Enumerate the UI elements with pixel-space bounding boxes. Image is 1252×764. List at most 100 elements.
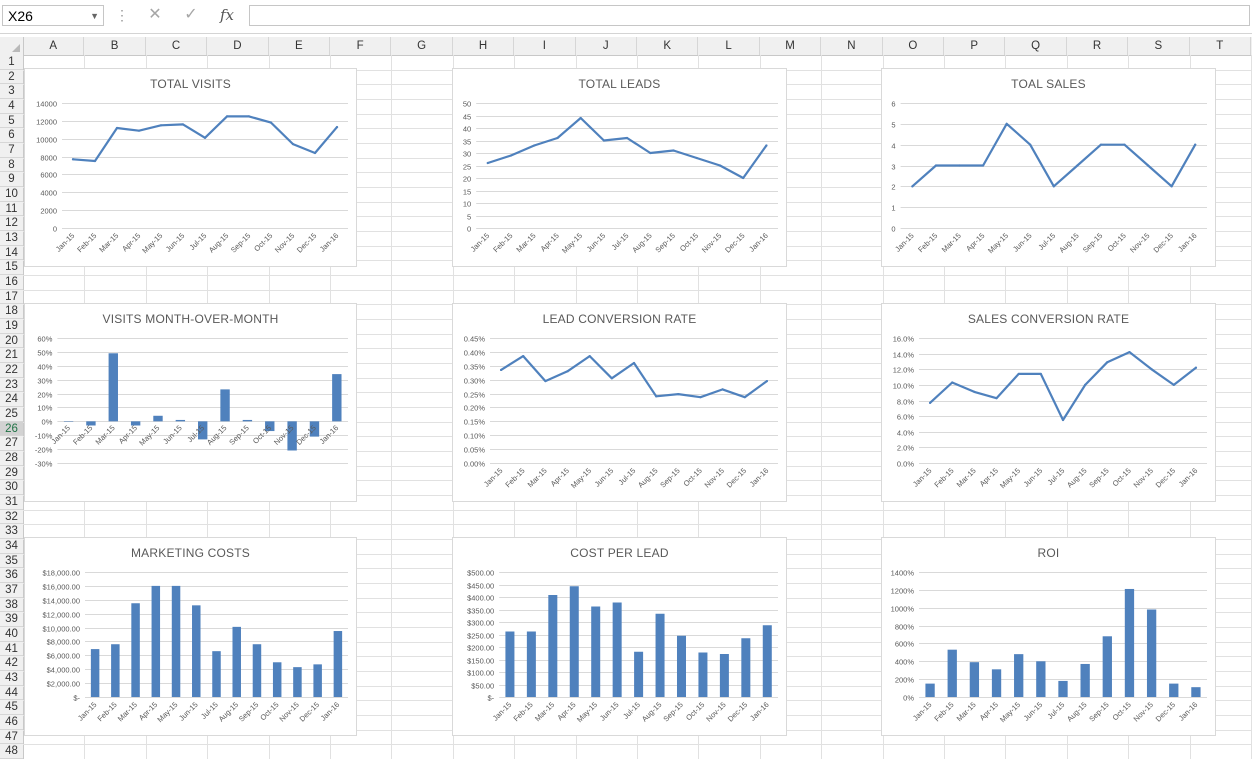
column-header-a[interactable]: A: [23, 37, 85, 55]
row-header-20[interactable]: 20: [0, 334, 23, 349]
row-header-16[interactable]: 16: [0, 275, 23, 290]
bar[interactable]: [1146, 609, 1157, 698]
data-point[interactable]: [1150, 368, 1153, 371]
data-point[interactable]: [742, 176, 745, 180]
row-header-28[interactable]: 28: [0, 451, 23, 466]
column-header-t[interactable]: T: [1190, 37, 1251, 55]
row-header-1[interactable]: 1: [0, 55, 23, 70]
data-point[interactable]: [1194, 143, 1197, 146]
bar[interactable]: [175, 419, 186, 422]
column-header-s[interactable]: S: [1128, 37, 1190, 55]
more-options-icon[interactable]: ⋮: [115, 7, 129, 24]
data-point[interactable]: [699, 396, 702, 399]
row-header-40[interactable]: 40: [0, 627, 23, 642]
column-header-o[interactable]: O: [883, 37, 944, 55]
data-point[interactable]: [291, 142, 295, 146]
row-header-25[interactable]: 25: [0, 407, 23, 422]
row-header-9[interactable]: 9: [0, 172, 23, 188]
column-header-p[interactable]: P: [944, 37, 1006, 55]
chevron-down-icon[interactable]: ▼: [90, 6, 99, 27]
data-point[interactable]: [1099, 143, 1103, 146]
row-header-23[interactable]: 23: [0, 378, 23, 393]
bar[interactable]: [634, 651, 644, 697]
series-line[interactable]: [486, 116, 768, 180]
bar[interactable]: [1058, 680, 1068, 697]
data-point[interactable]: [649, 151, 652, 155]
column-header-f[interactable]: F: [330, 37, 392, 55]
chart-sales-conversion-rate[interactable]: SALES CONVERSION RATE 0.0% 2.0% 4.0% 6.0% 8.0…: [881, 303, 1216, 502]
bar[interactable]: [272, 662, 282, 697]
column-header-l[interactable]: L: [698, 37, 760, 55]
bar[interactable]: [252, 644, 262, 697]
column-header-d[interactable]: D: [207, 37, 269, 55]
bar[interactable]: [719, 654, 729, 697]
chart-marketing-costs[interactable]: MARKETING COSTS $- $2,000.00 $4,000.00 $6,00…: [24, 537, 357, 736]
row-header-13[interactable]: 13: [0, 231, 23, 246]
bar[interactable]: [526, 631, 536, 698]
data-point[interactable]: [973, 390, 976, 394]
bar[interactable]: [591, 606, 601, 698]
data-point[interactable]: [995, 397, 998, 400]
row-header-44[interactable]: 44: [0, 686, 23, 701]
column-header-q[interactable]: Q: [1005, 37, 1067, 55]
data-point[interactable]: [928, 401, 932, 404]
row-header-47[interactable]: 47: [0, 730, 23, 745]
data-point[interactable]: [958, 164, 961, 167]
bar[interactable]: [90, 649, 100, 697]
data-point[interactable]: [335, 126, 339, 129]
data-point[interactable]: [1128, 350, 1131, 354]
chart-total-visits[interactable]: TOTAL VISITS 0 2000 4000 6000 8000 10000 12000 1…: [24, 68, 357, 267]
row-header-42[interactable]: 42: [0, 656, 23, 672]
column-header-e[interactable]: E: [269, 37, 330, 55]
data-point[interactable]: [1172, 383, 1175, 386]
bar[interactable]: [1124, 588, 1135, 697]
bar[interactable]: [698, 652, 708, 698]
data-point[interactable]: [181, 123, 185, 126]
row-header-14[interactable]: 14: [0, 246, 23, 261]
bar[interactable]: [548, 595, 558, 697]
data-point[interactable]: [566, 370, 569, 373]
data-point[interactable]: [1005, 122, 1008, 125]
data-point[interactable]: [721, 388, 724, 391]
chart-lead-conversion-rate[interactable]: LEAD CONVERSION RATE 0.00% 0.05% 0.10% 0.15%…: [452, 303, 787, 502]
data-point[interactable]: [626, 136, 629, 140]
data-point[interactable]: [556, 136, 559, 140]
bar[interactable]: [332, 374, 342, 422]
data-point[interactable]: [579, 116, 582, 120]
column-header-g[interactable]: G: [391, 37, 453, 55]
data-point[interactable]: [718, 164, 722, 167]
bar[interactable]: [655, 613, 665, 697]
data-point[interactable]: [1170, 185, 1173, 188]
series-line[interactable]: [928, 350, 1197, 422]
row-header-26[interactable]: 26: [0, 421, 23, 437]
column-header-n[interactable]: N: [821, 37, 883, 55]
column-header-r[interactable]: R: [1067, 37, 1129, 55]
data-point[interactable]: [1084, 383, 1087, 386]
row-header-10[interactable]: 10: [0, 187, 23, 202]
row-header-27[interactable]: 27: [0, 436, 23, 452]
row-header-24[interactable]: 24: [0, 392, 23, 408]
data-point[interactable]: [1123, 143, 1126, 146]
insert-function-button[interactable]: fx: [212, 4, 242, 26]
data-point[interactable]: [951, 381, 954, 384]
row-header-37[interactable]: 37: [0, 583, 23, 598]
data-point[interactable]: [269, 121, 273, 124]
bar[interactable]: [151, 585, 161, 697]
bar[interactable]: [212, 651, 221, 697]
row-header-3[interactable]: 3: [0, 84, 23, 99]
row-header-15[interactable]: 15: [0, 260, 23, 276]
chart-cost-per-lead[interactable]: COST PER LEAD $- $50.00 $100.00 $150.00 $200.…: [452, 537, 787, 736]
row-header-34[interactable]: 34: [0, 539, 23, 554]
formula-input[interactable]: [249, 5, 1250, 26]
data-point[interactable]: [1076, 164, 1079, 167]
data-point[interactable]: [544, 379, 547, 383]
series-line[interactable]: [911, 122, 1197, 188]
data-point[interactable]: [602, 139, 605, 142]
row-header-12[interactable]: 12: [0, 216, 23, 232]
data-point[interactable]: [1029, 143, 1032, 146]
row-header-46[interactable]: 46: [0, 715, 23, 730]
bar[interactable]: [741, 638, 751, 697]
bar[interactable]: [1169, 683, 1179, 697]
data-point[interactable]: [1052, 185, 1055, 188]
data-point[interactable]: [1061, 418, 1065, 422]
